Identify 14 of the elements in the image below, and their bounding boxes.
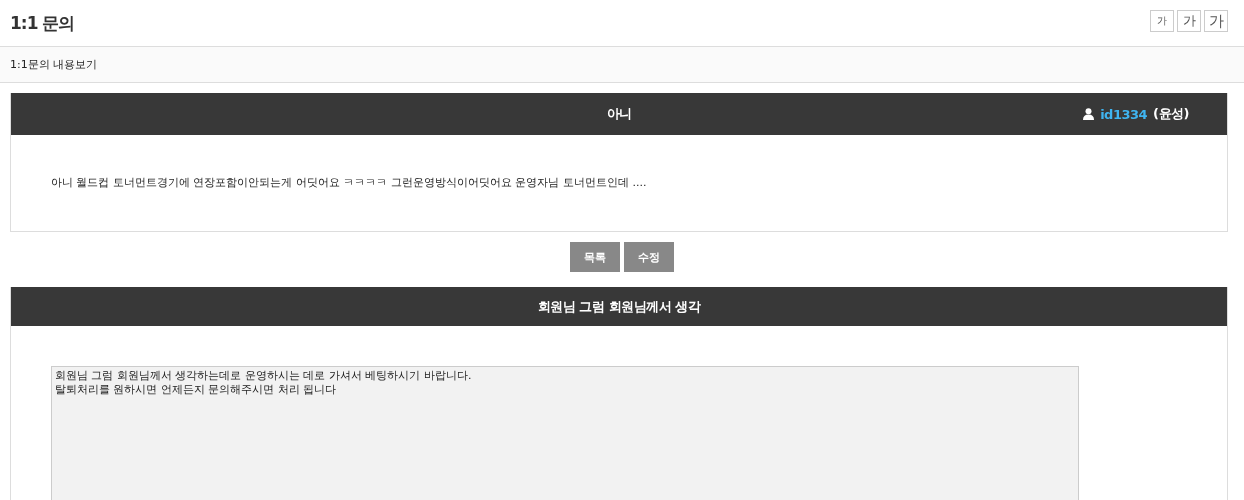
question-text: 아니 월드컵 토너먼트경기에 연장포함이안되는게 어딧어요 ㅋㅋㅋㅋ 그런운영방식이어딧어요 운영자님 토너먼트인데 .... [51, 176, 647, 189]
action-button[interactable]: 목록 [570, 242, 620, 272]
answer-box[interactable]: 회원님 그럼 회원님께서 생각하는데로 운영하시는 데로 가셔서 베팅하시기 바랍니다. 탈퇴처리를 원하시면 언제든지 문의해주시면 처리 됩니다 [51, 366, 1079, 500]
answer-title: 회원님 그럼 회원님께서 생각 [537, 297, 701, 316]
user-icon [1083, 108, 1095, 120]
font-size-button[interactable]: 가 [1204, 10, 1228, 32]
user-id: id1334 [1100, 106, 1148, 122]
user-name: (윤성) [1153, 105, 1189, 123]
question-title: 아니 [606, 105, 632, 123]
page-title: 1:1 문의 [10, 11, 75, 35]
font-size-button[interactable]: 가 [1177, 10, 1201, 32]
font-size-button[interactable]: 가 [1150, 10, 1174, 32]
action-button[interactable]: 수정 [624, 242, 674, 272]
breadcrumb: 1:1문의 내용보기 [10, 57, 98, 72]
